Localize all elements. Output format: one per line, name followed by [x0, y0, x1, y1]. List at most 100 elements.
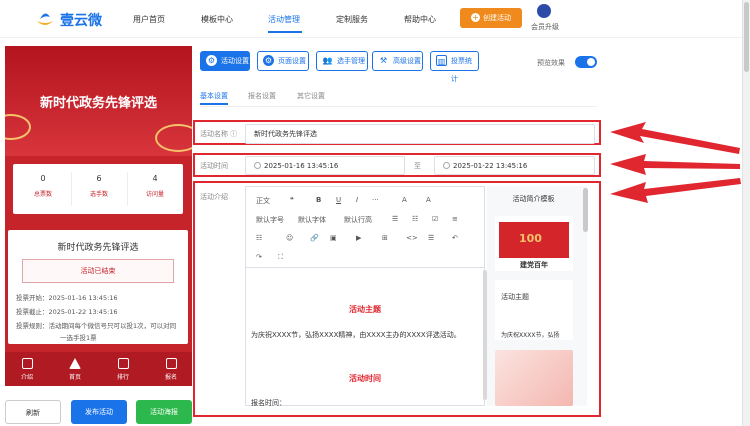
underline-icon[interactable]: U	[336, 196, 341, 204]
bar-chart-icon	[117, 358, 129, 369]
vote-statistics-button[interactable]: ▥ 投票统计	[430, 51, 479, 83]
page-scrollbar-thumb[interactable]	[744, 2, 749, 72]
clipboard-icon	[165, 358, 177, 369]
preview-toggle-switch[interactable]	[575, 56, 597, 68]
nav-user-home[interactable]: 用户首页	[133, 14, 165, 25]
editor-content-area[interactable]: 活动主题 为庆祝XXXX节，弘扬XXXX精神，由XXXX主办的XXXX评选活动。…	[246, 267, 484, 407]
preview-tab-signup[interactable]: 报名	[159, 358, 183, 381]
fullscreen-icon[interactable]: ⛶	[278, 253, 283, 262]
nav-template-center[interactable]: 模板中心	[201, 14, 233, 25]
quote-icon[interactable]: ❝	[290, 196, 294, 204]
contestant-management-button[interactable]: 👥 选手管理	[316, 51, 368, 71]
users-icon: 👥	[322, 56, 333, 65]
preview-tab-intro[interactable]: 介绍	[15, 358, 39, 381]
align-icon[interactable]: ≡	[452, 215, 458, 223]
preview-toggle-label: 预览效果	[537, 59, 565, 67]
editor-heading-time: 活动时间	[349, 374, 381, 383]
redo-icon[interactable]: ↷	[256, 253, 262, 261]
more-icon[interactable]: ···	[372, 196, 379, 204]
intro-template-panel: 活动简介模板 100 建党百年 活动主题 为庆祝XXXX节，弘扬	[487, 186, 587, 406]
indent-icon[interactable]: ☷	[256, 234, 262, 242]
font-size-dropdown[interactable]: 默认字号	[256, 215, 284, 225]
vip-upgrade-label[interactable]: 会员升级	[531, 22, 559, 32]
end-time-input[interactable]: 2025-01-22 13:45:16	[434, 156, 595, 175]
mobile-preview-panel: 新时代政务先锋评选 0 总票数 6 选手数 4 访问量 新时代政务先锋评选 活动已结束…	[5, 46, 192, 386]
start-time-value: 2025-01-16 13:45:16	[264, 162, 339, 170]
page-scrollbar[interactable]	[742, 0, 750, 426]
emoji-icon[interactable]: ☺	[286, 234, 293, 242]
template-card-text[interactable]: 活动主题 为庆祝XXXX节，弘扬	[495, 280, 573, 340]
annotation-arrows	[610, 122, 741, 203]
paragraph-format-dropdown[interactable]: 正文	[256, 196, 270, 206]
brand-logo-icon[interactable]	[34, 7, 56, 29]
end-time-value: 2025-01-22 13:45:16	[453, 162, 528, 170]
background-color-icon[interactable]: A	[426, 196, 431, 204]
code-icon[interactable]: <>	[406, 234, 418, 242]
refresh-button[interactable]: 刷新	[5, 400, 61, 424]
tab-label: 介绍	[20, 374, 33, 381]
stat-value: 4	[152, 174, 158, 183]
activity-time-label: 活动时间	[200, 162, 228, 170]
plus-circle-icon: +	[471, 13, 480, 22]
time-range-separator: 至	[414, 162, 421, 170]
advanced-settings-button[interactable]: ⚒ 高级设置	[372, 51, 423, 71]
preview-tab-home[interactable]: 首页	[63, 358, 87, 381]
nav-help-center[interactable]: 帮助中心	[404, 14, 436, 25]
video-icon[interactable]: ▶	[356, 234, 361, 242]
template-panel-scrollbar[interactable]	[583, 188, 588, 232]
template-card-party[interactable]: 100 建党百年	[495, 216, 573, 271]
activity-settings-button[interactable]: ⚙ 活动设置	[200, 51, 250, 71]
stat-value: 6	[96, 174, 102, 183]
top-navigation-bar: 壹云微 用户首页 模板中心 活动管理 定制服务 帮助中心 + 创建活动 会员升级	[0, 0, 742, 38]
undo-icon[interactable]: ↶	[452, 234, 458, 242]
activity-poster-button[interactable]: 活动海报	[136, 400, 192, 424]
tab-signup-settings[interactable]: 报名设置	[248, 91, 276, 101]
activity-intro-label: 活动介绍	[200, 193, 228, 201]
publish-activity-button[interactable]: 发布活动	[71, 400, 127, 424]
table-icon[interactable]: ⊞	[382, 234, 388, 242]
template-card-caption: 建党百年	[520, 261, 548, 269]
template-panel-title: 活动简介模板	[512, 195, 555, 203]
tab-basic-settings[interactable]: 基本设置	[200, 91, 228, 101]
font-color-icon[interactable]: A	[402, 196, 407, 204]
vip-badge-icon[interactable]	[537, 4, 551, 18]
activity-name-input[interactable]: 新时代政务先锋评选	[245, 124, 595, 144]
page-settings-button[interactable]: ⚙ 页面设置	[257, 51, 309, 71]
line-height-dropdown[interactable]: 默认行高	[344, 215, 372, 225]
start-time-input[interactable]: 2025-01-16 13:45:16	[245, 156, 405, 175]
preview-banner: 新时代政务先锋评选	[5, 46, 192, 156]
stat-label: 总票数	[33, 191, 52, 198]
vote-end-line: 投票截止：2025-01-22 13:45:16	[16, 308, 118, 316]
checklist-icon[interactable]: ☑	[432, 215, 438, 223]
vote-rule-line: 投票规则：活动期间每个微信号只可以投1次，可以对同	[16, 322, 177, 330]
preview-banner-title: 新时代政务先锋评选	[39, 96, 157, 111]
link-icon[interactable]: 🔗	[310, 234, 319, 242]
bulleted-list-icon[interactable]: ☰	[392, 215, 398, 223]
template-card-badge: 100	[519, 232, 542, 245]
preview-info-card: 新时代政务先锋评选 活动已结束 投票开始：2025-01-16 13:45:16…	[8, 230, 188, 344]
template-card-pink[interactable]	[495, 350, 573, 406]
nav-active-indicator	[268, 31, 302, 33]
stat-value: 0	[40, 174, 46, 183]
divider-icon[interactable]: ☰	[428, 234, 434, 242]
activity-status-banner: 活动已结束	[22, 259, 174, 283]
bold-icon[interactable]: B	[316, 196, 321, 204]
image-icon[interactable]: ▣	[330, 234, 337, 242]
gear-icon: ⚙	[206, 55, 217, 66]
rich-text-editor[interactable]: 正文 ❝ B U I ··· A A 默认字号 默认字体 默认行高 ☰ ☷ ☑ …	[245, 186, 485, 407]
numbered-list-icon[interactable]: ☷	[412, 215, 418, 223]
tab-other-settings[interactable]: 其它设置	[297, 91, 325, 101]
brand-name[interactable]: 壹云微	[60, 10, 102, 30]
preview-tab-ranking[interactable]: 排行	[111, 358, 135, 381]
toolbar-label: 活动设置	[221, 57, 249, 65]
italic-icon[interactable]: I	[356, 196, 358, 204]
nav-activity-management[interactable]: 活动管理	[268, 14, 300, 25]
vote-rule-line-2: 一选手投1票	[60, 334, 97, 342]
cloud-decoration-icon	[5, 114, 31, 140]
nav-custom-service[interactable]: 定制服务	[336, 14, 368, 25]
preview-stats-card: 0 总票数 6 选手数 4 访问量	[13, 164, 183, 214]
stat-total-votes: 0 总票数	[15, 164, 71, 214]
font-family-dropdown[interactable]: 默认字体	[298, 215, 326, 225]
divider	[200, 106, 597, 107]
create-activity-button[interactable]: + 创建活动	[460, 8, 522, 28]
